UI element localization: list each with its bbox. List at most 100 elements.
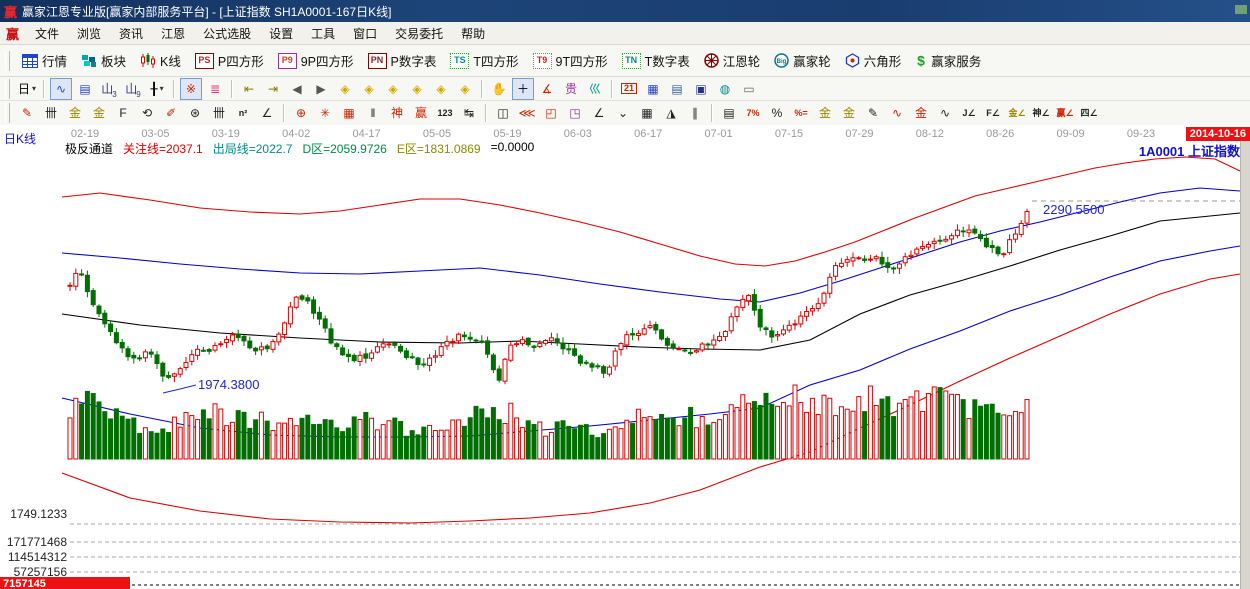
calculator-icon[interactable]: ▦ (642, 78, 664, 100)
menu-item-1[interactable]: 浏览 (68, 23, 110, 44)
9t-square-button[interactable]: T99T四方形 (526, 48, 615, 73)
gann-circle-cross-icon[interactable]: ⊕ (290, 102, 312, 124)
t-number-table-button[interactable]: TNT数字表 (615, 48, 697, 73)
time-wheel-icon[interactable]: ⊛ (184, 102, 206, 124)
toolbar-grip[interactable] (5, 79, 10, 99)
grid-ruler-icon[interactable]: 卌 (40, 102, 62, 124)
gold-lines-icon[interactable]: 金 (838, 102, 860, 124)
gann-wheel-button[interactable]: 江恩轮 (697, 48, 768, 73)
tick-ruler-icon[interactable]: 卌 (208, 102, 230, 124)
f-angle-icon[interactable]: F∠ (982, 102, 1004, 124)
menu-item-6[interactable]: 工具 (302, 23, 344, 44)
full-view-icon[interactable]: ◈ (454, 78, 476, 100)
fib-ruler-icon[interactable]: F (112, 102, 134, 124)
vertical-scrollbar[interactable] (1240, 127, 1250, 589)
menu-item-2[interactable]: 资讯 (110, 23, 152, 44)
fan-box-1-icon[interactable]: ◰ (540, 102, 562, 124)
percent-icon[interactable]: % (766, 102, 788, 124)
bars-9-chart-icon[interactable]: 山9 (122, 78, 144, 100)
parallel-rays-icon[interactable]: ∥ (684, 102, 706, 124)
pattern-overlay-icon[interactable]: ※ (180, 78, 202, 100)
gold-angle-icon[interactable]: 金∠ (1006, 102, 1028, 124)
zoom-out-x-icon[interactable]: ◈ (382, 78, 404, 100)
span-arrows-icon[interactable]: ↹ (458, 102, 480, 124)
seven-percent-icon[interactable]: 7% (742, 102, 764, 124)
price-marks-icon[interactable]: ǁ (362, 102, 384, 124)
zoom-in-x-icon[interactable]: ◈ (406, 78, 428, 100)
hexagon-button[interactable]: 六角形 (838, 48, 909, 73)
grid-star-box-icon[interactable]: ▦ (338, 102, 360, 124)
brush-tool-icon[interactable]: ✎ (16, 102, 38, 124)
calendar-icon[interactable]: 21 (618, 78, 640, 100)
web-update-icon[interactable]: ◍ (714, 78, 736, 100)
gold-ratio-circle-2-icon[interactable]: 金 (88, 102, 110, 124)
ying-angle-icon[interactable]: 赢∠ (1054, 102, 1076, 124)
n-square-icon[interactable]: n² (232, 102, 254, 124)
p-square-button[interactable]: PSP四方形 (188, 48, 271, 73)
9p-square-button[interactable]: P99P四方形 (271, 48, 361, 73)
angle-measure-icon[interactable]: ∡ (536, 78, 558, 100)
sectors-button[interactable]: 板块 (74, 48, 133, 73)
p-number-table-button[interactable]: PNP数字表 (361, 48, 444, 73)
kline-button[interactable]: K线 (133, 48, 188, 73)
prev-bar-icon[interactable]: ◀ (286, 78, 308, 100)
last-page-icon[interactable]: ⇥ (262, 78, 284, 100)
box-measure-icon[interactable]: ◫ (492, 102, 514, 124)
pen-ruler-icon[interactable]: ✐ (160, 102, 182, 124)
hand-pan-icon[interactable]: ✋ (488, 78, 510, 100)
menu-item-5[interactable]: 设置 (260, 23, 302, 44)
shen-angle-icon[interactable]: 神∠ (1030, 102, 1052, 124)
quotes-button[interactable]: 行情 (15, 48, 74, 73)
candle-style-selector-icon[interactable]: ╂▾ (146, 78, 168, 100)
v-pattern-icon[interactable]: ⌄ (612, 102, 634, 124)
notes-icon[interactable]: ▤ (666, 78, 688, 100)
period-day-selector-icon[interactable]: 日▾ (16, 78, 38, 100)
ying-grid-icon[interactable]: 赢 (410, 102, 432, 124)
workstation-icon[interactable]: ▭ (738, 78, 760, 100)
si-angle-icon[interactable]: 四∠ (1078, 102, 1100, 124)
menu-item-0[interactable]: 文件 (26, 23, 68, 44)
toolbar-grip[interactable] (5, 103, 10, 123)
first-page-icon[interactable]: ⇤ (238, 78, 260, 100)
j-angle-icon[interactable]: J∠ (958, 102, 980, 124)
menu-item-3[interactable]: 江恩 (152, 23, 194, 44)
scale-panel-icon[interactable]: ▤ (718, 102, 740, 124)
shift-right-icon[interactable]: ◈ (358, 78, 380, 100)
winner-service-button[interactable]: $赢家服务 (908, 48, 988, 73)
wave-tool-icon[interactable]: ∿ (886, 102, 908, 124)
gold-ratio-circle-1-icon[interactable]: 金 (64, 102, 86, 124)
shift-left-icon[interactable]: ◈ (334, 78, 356, 100)
volume-profile-icon[interactable]: ≣ (204, 78, 226, 100)
menu-item-4[interactable]: 公式选股 (194, 23, 260, 44)
gold-underline-icon[interactable]: 金 (910, 102, 932, 124)
next-bar-icon[interactable]: ▶ (310, 78, 332, 100)
fan-rays-icon[interactable]: ⋘ (516, 102, 538, 124)
shen-grid-icon[interactable]: 神 (386, 102, 408, 124)
star-rays-icon[interactable]: ✳ (314, 102, 336, 124)
wave-marker-icon[interactable]: 巛 (584, 78, 606, 100)
winner-wheel-button[interactable]: Big赢家轮 (767, 48, 838, 73)
chart-area[interactable] (0, 125, 1250, 589)
crosshair-icon[interactable]: ＋ (512, 78, 534, 100)
gold-circle-icon[interactable]: 金 (814, 102, 836, 124)
fit-view-icon[interactable]: ◈ (430, 78, 452, 100)
grid-arrow-icon[interactable]: ◮ (660, 102, 682, 124)
ruler-123-icon[interactable]: 123 (434, 102, 456, 124)
percent-line-icon[interactable]: %= (790, 102, 812, 124)
fan-box-2-icon[interactable]: ◳ (564, 102, 586, 124)
t-square-button[interactable]: TST四方形 (443, 48, 525, 73)
zigzag-tool-icon[interactable]: ∿ (50, 78, 72, 100)
info-panel-icon[interactable]: ▤ (74, 78, 96, 100)
menu-item-8[interactable]: 交易委托 (386, 23, 452, 44)
bars-3-chart-icon[interactable]: 山3 (98, 78, 120, 100)
gann-marker-icon[interactable]: 贵 (560, 78, 582, 100)
wave-box-icon[interactable]: ∿ (934, 102, 956, 124)
angle-mirror-icon[interactable]: ∠ (256, 102, 278, 124)
toolbar-grip[interactable] (5, 51, 10, 71)
title-bar[interactable]: 赢 赢家江恩专业版[赢家内部服务平台] - [上证指数 SH1A0001-167… (0, 0, 1250, 22)
spiral-tool-icon[interactable]: ⟲ (136, 102, 158, 124)
dense-grid-icon[interactable]: ▦ (636, 102, 658, 124)
menu-item-7[interactable]: 窗口 (344, 23, 386, 44)
pen-chart-icon[interactable]: ✎ (862, 102, 884, 124)
menu-item-9[interactable]: 帮助 (452, 23, 494, 44)
